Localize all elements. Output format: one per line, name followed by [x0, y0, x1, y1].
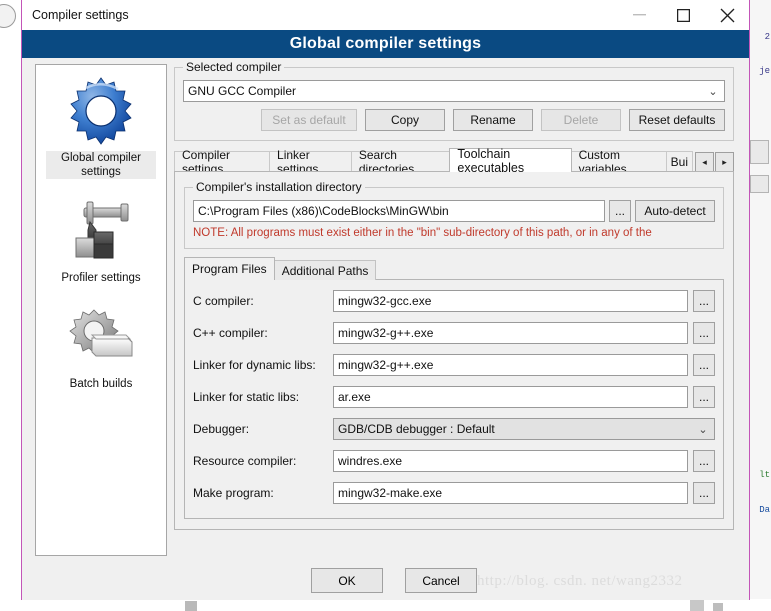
cancel-button[interactable]: Cancel	[405, 568, 477, 593]
page-title: Global compiler settings	[289, 35, 482, 52]
taskbar-item[interactable]	[713, 603, 723, 611]
cpp-compiler-label: C++ compiler:	[193, 326, 268, 340]
sidebar-item-profiler-settings[interactable]: Profiler settings	[36, 179, 166, 285]
caliper-blocks-icon	[65, 195, 137, 267]
rename-button[interactable]: Rename	[453, 109, 533, 131]
tab-compiler-settings[interactable]: Compiler settings	[174, 148, 271, 176]
field-row-linker-dynamic: Linker for dynamic libs: ...	[193, 354, 715, 376]
installation-directory-group: Compiler's installation directory ... Au…	[184, 180, 724, 249]
background-editor-strip	[749, 0, 771, 611]
toolchain-inner-tabstrip[interactable]: Program Files Additional Paths	[184, 257, 724, 280]
installation-directory-legend: Compiler's installation directory	[196, 180, 362, 194]
browse-make-program-button[interactable]: ...	[693, 482, 715, 504]
dialog-body: Global compiler settings Profiler settin…	[22, 58, 749, 600]
reset-defaults-button[interactable]: Reset defaults	[629, 109, 725, 131]
compiler-select[interactable]: GNU GCC Compiler ⌄	[183, 80, 725, 102]
resource-compiler-label: Resource compiler:	[193, 454, 297, 468]
sidebar-item-label: Profiler settings	[61, 272, 141, 284]
browse-resource-compiler-button[interactable]: ...	[693, 450, 715, 472]
tab-toolchain-executables[interactable]: Toolchain executables	[449, 147, 572, 175]
selected-compiler-legend: Selected compiler	[186, 60, 282, 74]
copy-button[interactable]: Copy	[365, 109, 445, 131]
blue-gear-icon	[65, 75, 137, 147]
field-row-linker-static: Linker for static libs: ...	[193, 386, 715, 408]
tab-build-options[interactable]: Bui	[665, 151, 693, 172]
browse-installation-directory-button[interactable]: ...	[609, 200, 631, 222]
minimize-icon[interactable]	[617, 0, 661, 30]
field-row-resource-compiler: Resource compiler: ...	[193, 450, 715, 472]
make-program-input[interactable]	[333, 482, 688, 504]
c-compiler-label: C compiler:	[193, 294, 254, 308]
program-files-page: C compiler: ... C++ compiler: ...	[184, 279, 724, 519]
chevron-down-icon: ⌄	[698, 423, 708, 436]
background-code-line: je	[759, 66, 770, 76]
sidebar-item-global-compiler-settings[interactable]: Global compiler settings	[36, 65, 166, 179]
sidebar-item-label: Global compiler settings	[46, 151, 156, 179]
background-widget	[750, 175, 769, 193]
sidebar-item-batch-builds[interactable]: Batch builds	[36, 285, 166, 391]
browse-linker-static-button[interactable]: ...	[693, 386, 715, 408]
tab-scroll-left-icon[interactable]: ◂	[694, 152, 714, 173]
cpp-compiler-input[interactable]	[333, 322, 688, 344]
make-program-label: Make program:	[193, 486, 274, 500]
delete-button[interactable]: Delete	[541, 109, 621, 131]
tab-custom-variables[interactable]: Custom variables	[570, 148, 667, 176]
dialog-header-band: Global compiler settings	[22, 30, 749, 58]
auto-detect-button[interactable]: Auto-detect	[635, 200, 715, 222]
inner-tab-program-files[interactable]: Program Files	[184, 257, 275, 280]
taskbar-item[interactable]	[690, 599, 704, 611]
sidebar-item-label: Batch builds	[69, 378, 133, 390]
dialog-footer: OK Cancel http://blog. csdn. net/wang233…	[22, 560, 749, 600]
browse-c-compiler-button[interactable]: ...	[693, 290, 715, 312]
field-row-cpp-compiler: C++ compiler: ...	[193, 322, 715, 344]
window-title: Compiler settings	[32, 8, 129, 22]
field-row-make-program: Make program: ...	[193, 482, 715, 504]
chevron-down-icon: ⌄	[708, 85, 718, 98]
background-code-line: Da	[759, 505, 770, 515]
tab-scroll-right-icon[interactable]: ▸	[714, 152, 734, 173]
browse-linker-dynamic-button[interactable]: ...	[693, 354, 715, 376]
linker-dynamic-input[interactable]	[333, 354, 688, 376]
dialog-titlebar: Compiler settings	[22, 0, 749, 30]
toolchain-executables-page: Compiler's installation directory ... Au…	[174, 171, 734, 530]
settings-tabstrip[interactable]: Compiler settings Linker settings Search…	[174, 147, 734, 176]
linker-static-input[interactable]	[333, 386, 688, 408]
tab-search-directories[interactable]: Search directories	[350, 148, 451, 176]
taskbar	[0, 599, 771, 611]
background-code-line: lt	[759, 470, 770, 480]
tab-scroll-controls[interactable]: ◂ ▸	[694, 152, 734, 173]
gear-stack-icon	[65, 301, 137, 373]
linker-static-label: Linker for static libs:	[193, 390, 300, 404]
ok-button[interactable]: OK	[311, 568, 383, 593]
background-circle-icon	[0, 4, 16, 28]
maximize-icon[interactable]	[661, 0, 705, 30]
inner-tab-additional-paths[interactable]: Additional Paths	[273, 260, 377, 280]
field-row-c-compiler: C compiler: ...	[193, 290, 715, 312]
watermark-text: http://blog. csdn. net/wang2332	[477, 573, 683, 589]
installation-directory-input[interactable]	[193, 200, 605, 222]
c-compiler-input[interactable]	[333, 290, 688, 312]
taskbar-item[interactable]	[185, 601, 197, 611]
tab-linker-settings[interactable]: Linker settings	[269, 148, 352, 176]
debugger-label: Debugger:	[193, 422, 250, 436]
selected-compiler-group: Selected compiler GNU GCC Compiler ⌄ Set…	[174, 60, 734, 141]
background-code-line: 2	[764, 32, 770, 42]
settings-panel: Selected compiler GNU GCC Compiler ⌄ Set…	[174, 60, 734, 530]
window-controls	[617, 0, 749, 30]
resource-compiler-input[interactable]	[333, 450, 688, 472]
field-row-debugger: Debugger: GDB/CDB debugger : Default ⌄	[193, 418, 715, 440]
close-icon[interactable]	[705, 0, 749, 30]
compiler-select-value: GNU GCC Compiler	[188, 84, 297, 98]
settings-category-list[interactable]: Global compiler settings Profiler settin…	[35, 64, 167, 556]
background-widget	[750, 140, 769, 164]
set-as-default-button[interactable]: Set as default	[261, 109, 357, 131]
compiler-settings-dialog: Compiler settings Global compiler settin…	[21, 0, 750, 600]
debugger-select[interactable]: GDB/CDB debugger : Default ⌄	[333, 418, 715, 440]
debugger-select-value: GDB/CDB debugger : Default	[338, 422, 495, 436]
installation-directory-note: NOTE: All programs must exist either in …	[193, 227, 652, 239]
linker-dynamic-label: Linker for dynamic libs:	[193, 358, 316, 372]
browse-cpp-compiler-button[interactable]: ...	[693, 322, 715, 344]
